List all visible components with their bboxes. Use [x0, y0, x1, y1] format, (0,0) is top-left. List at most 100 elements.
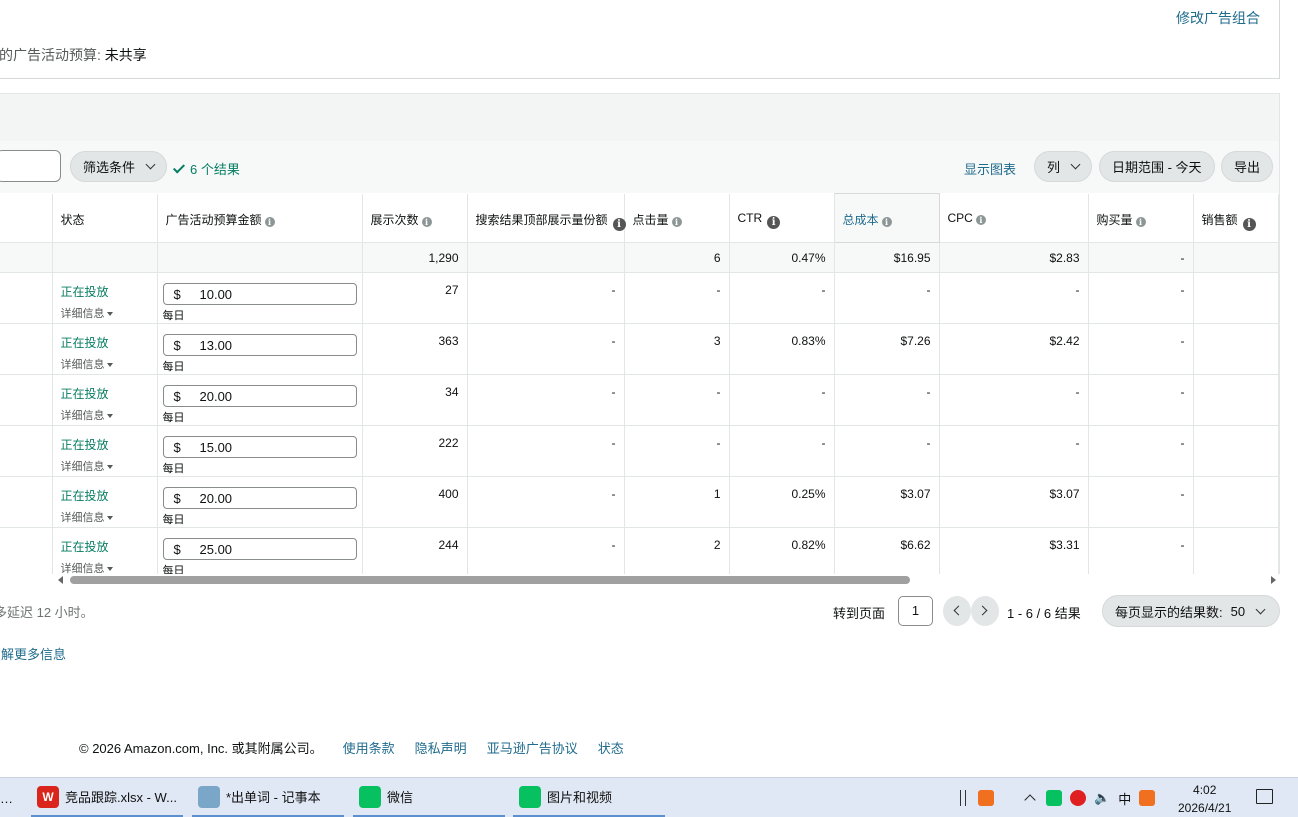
results-per-page-select[interactable]: 每页显示的结果数: 50 [1102, 595, 1280, 627]
info-icon[interactable]: i [1135, 216, 1146, 227]
info-icon[interactable]: i [975, 214, 986, 225]
check-icon [172, 160, 186, 174]
currency-symbol: $ [173, 337, 181, 353]
filter-button-label: 筛选条件 [83, 160, 136, 175]
footer-link-ad-agreement[interactable]: 亚马逊广告协议 [487, 738, 578, 757]
export-button[interactable]: 导出 [1221, 151, 1274, 182]
date-range-label: 日期范围 - 今天 [1112, 160, 1202, 175]
footer: © 2026 Amazon.com, Inc. 或其附属公司。 使用条款 隐私声… [79, 738, 624, 757]
show-chart-link[interactable]: 显示图表 [964, 159, 1016, 178]
col-header-sales[interactable]: 销售额 i [1193, 193, 1279, 243]
budget-value: 10.00 [199, 286, 233, 302]
clicks-cell: - [624, 425, 730, 477]
taskbar-item-truncated[interactable]: … [0, 778, 24, 817]
info-icon[interactable]: i [881, 217, 892, 227]
ctr-cell: 0.82% [729, 527, 835, 574]
budget-value: 15.00 [199, 439, 233, 455]
col-header-cpc[interactable]: CPC i [939, 193, 1089, 243]
budget-input[interactable]: $25.00 [162, 538, 357, 560]
table-toolbar: 筛选条件 6 个结果 显示图表 列 日期范围 - 今天 导出 [0, 141, 1280, 193]
col-header-cost[interactable]: 总成本 i [833, 193, 940, 243]
campaign-table: 状态 广告活动预算金额 i 展示次数 i 搜索结果顶部展示量份额 i 点击量 i CTR… [0, 193, 1279, 574]
date-range-button[interactable]: 日期范围 - 今天 [1099, 151, 1215, 182]
scrollbar-thumb[interactable] [70, 576, 910, 584]
info-icon[interactable]: i [671, 216, 682, 227]
name-cell [0, 374, 53, 426]
ime-indicator[interactable]: 中 [1118, 789, 1131, 808]
footer-link-status[interactable]: 状态 [598, 738, 624, 757]
sogou-icon[interactable] [1139, 790, 1156, 806]
prev-page-button[interactable] [943, 596, 971, 626]
info-icon[interactable]: i [767, 215, 781, 229]
budget-input[interactable]: $10.00 [162, 283, 357, 305]
footer-link-terms[interactable]: 使用条款 [343, 738, 395, 757]
col-header-impressions[interactable]: 展示次数 i [362, 193, 468, 243]
system-clock[interactable]: 4:02 2026/4/21 [1178, 781, 1231, 817]
col-header-budget[interactable]: 广告活动预算金额 i [157, 193, 363, 243]
cpc-cell: $3.07 [939, 476, 1089, 528]
horizontal-scrollbar[interactable] [56, 574, 1278, 587]
filter-button[interactable]: 筛选条件 [70, 151, 168, 182]
taskbar-item-wechat[interactable]: 微信 [353, 778, 505, 817]
budget-share-value: 未共享 [104, 47, 147, 63]
impressions-cell: 222 [362, 425, 468, 477]
scroll-right-arrow-icon[interactable] [1271, 576, 1276, 584]
copyright-text: © 2026 Amazon.com, Inc. 或其附属公司。 [79, 741, 323, 756]
goto-page-label: 转到页面 [833, 606, 886, 621]
taskbar-item-photos[interactable]: 图片和视频 [513, 778, 665, 817]
col-header-ctr[interactable]: CTR i [729, 193, 835, 243]
next-page-button[interactable] [971, 596, 999, 626]
purchases-cell: - [1088, 527, 1194, 574]
status-text: 正在投放 [60, 540, 109, 554]
details-dropdown[interactable]: 详细信息 [61, 305, 149, 321]
chevron-up-icon[interactable] [1024, 794, 1036, 806]
notification-icon[interactable] [1256, 789, 1273, 804]
learn-more-link[interactable]: 解更多信息 [1, 644, 66, 663]
info-icon[interactable]: i [612, 217, 626, 231]
ctr-cell: - [729, 425, 835, 477]
info-icon[interactable]: i [421, 216, 432, 227]
details-dropdown[interactable]: 详细信息 [61, 458, 149, 474]
ctr-cell: 0.25% [729, 476, 835, 528]
budget-period: 每日 [162, 514, 185, 526]
budget-input[interactable]: $20.00 [162, 385, 357, 407]
clicks-cell: - [624, 374, 730, 426]
taskbar-item-notepad[interactable]: *出单词 - 记事本 [192, 778, 344, 817]
page-number-input[interactable]: 1 [898, 596, 933, 626]
cpc-cell: - [939, 272, 1089, 324]
taskbar-item-wps[interactable]: W 竞品跟踪.xlsx - W... [31, 778, 183, 817]
totals-cpc: $2.83 [939, 242, 1089, 273]
cpc-cell: - [939, 374, 1089, 426]
budget-value: 25.00 [199, 541, 233, 557]
details-dropdown[interactable]: 详细信息 [61, 560, 149, 574]
budget-period: 每日 [162, 412, 185, 424]
budget-card: 修改广告组合 的广告活动预算: 未共享 [0, 0, 1280, 79]
details-dropdown[interactable]: 详细信息 [61, 509, 149, 525]
sales-cell [1193, 527, 1279, 574]
info-icon[interactable]: i [264, 216, 275, 227]
columns-button[interactable]: 列 [1034, 151, 1093, 182]
col-header-clicks[interactable]: 点击量 i [624, 193, 730, 243]
budget-cell: $13.00 每日 [157, 323, 363, 375]
top-share-cell: - [467, 374, 625, 426]
details-dropdown[interactable]: 详细信息 [61, 407, 149, 423]
budget-input[interactable]: $15.00 [162, 436, 357, 458]
budget-input[interactable]: $20.00 [162, 487, 357, 509]
wechat-icon[interactable] [1046, 790, 1062, 806]
search-input[interactable] [0, 150, 61, 182]
sogou-icon[interactable] [978, 790, 994, 806]
sales-cell [1193, 476, 1279, 528]
netease-icon[interactable] [1070, 790, 1086, 806]
volume-icon[interactable]: 🔈 [1094, 790, 1110, 806]
impressions-cell: 363 [362, 323, 468, 375]
col-header-status[interactable]: 状态 [52, 193, 158, 243]
details-dropdown[interactable]: 详细信息 [61, 356, 149, 372]
purchases-cell: - [1088, 374, 1194, 426]
col-header-purchases[interactable]: 购买量 i [1088, 193, 1194, 243]
budget-input[interactable]: $13.00 [162, 334, 357, 356]
scroll-left-arrow-icon[interactable] [58, 576, 63, 584]
edit-portfolio-link[interactable]: 修改广告组合 [1176, 8, 1260, 28]
footer-link-privacy[interactable]: 隐私声明 [415, 738, 467, 757]
col-header-top-share[interactable]: 搜索结果顶部展示量份额 i [467, 193, 626, 243]
info-icon[interactable]: i [1242, 217, 1256, 231]
